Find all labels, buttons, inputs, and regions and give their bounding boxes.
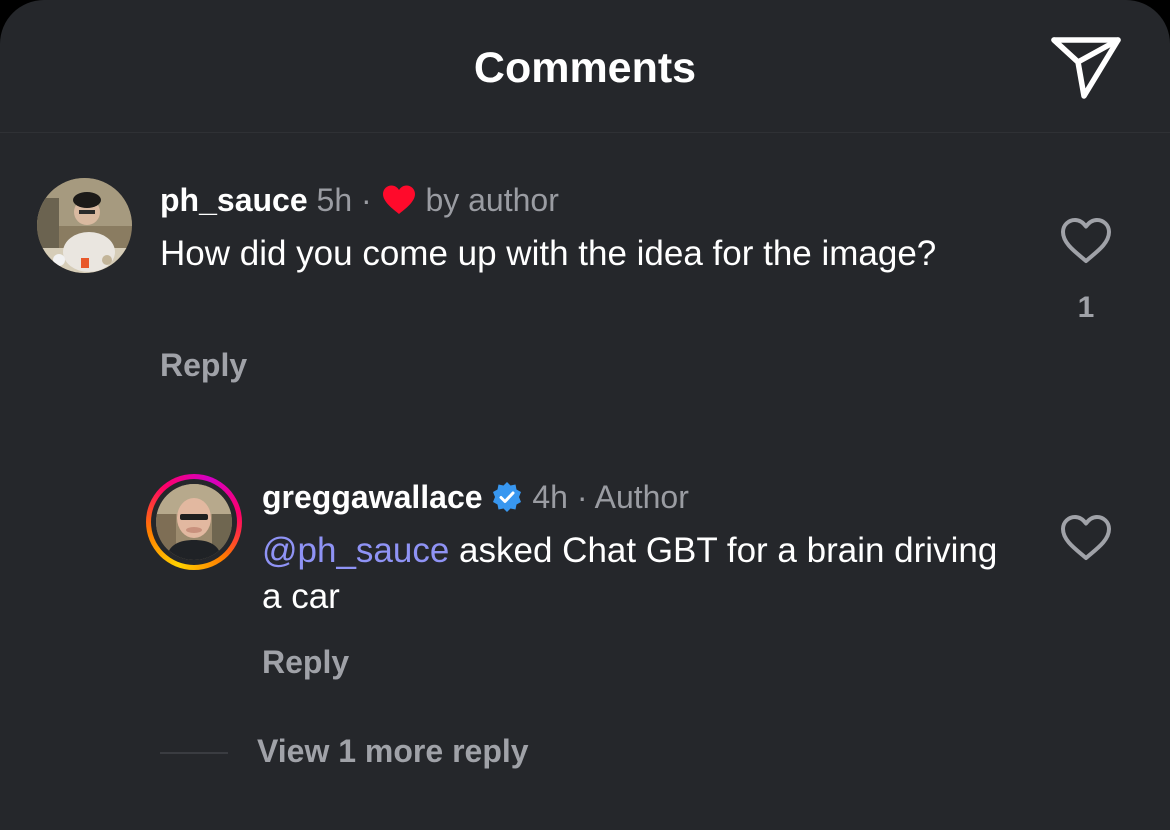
heart-outline-icon[interactable]	[1058, 216, 1114, 266]
reply-time: 4h	[532, 479, 568, 515]
reply-meta: greggawallace 4h · Author	[262, 477, 689, 522]
avatar-story-ring[interactable]	[146, 474, 242, 570]
divider-line	[160, 752, 228, 754]
reply-text: @ph_sauce asked Chat GBT for a brain dri…	[262, 528, 1022, 620]
avatar[interactable]	[37, 178, 132, 273]
reply-button[interactable]: Reply	[160, 345, 247, 385]
like-count: 1	[1077, 291, 1095, 324]
comment-time: 5h	[316, 182, 353, 218]
comment-meta: ph_sauce 5h · by author	[160, 180, 559, 225]
view-more-replies-button[interactable]: View 1 more reply	[257, 731, 529, 771]
heart-filled-icon	[381, 184, 417, 225]
meta-separator: ·	[576, 479, 588, 515]
liked-by-author-text: by author	[425, 182, 559, 218]
comments-sheet: Comments ph_sauce 5h · by author How did…	[0, 0, 1170, 830]
meta-separator: ·	[361, 182, 372, 218]
author-label: Author	[594, 479, 689, 515]
verified-badge-icon	[491, 481, 523, 522]
send-icon[interactable]	[1048, 32, 1124, 100]
comment-text: How did you come up with the idea for th…	[160, 234, 937, 273]
comment-username[interactable]: ph_sauce	[160, 182, 308, 218]
comments-header: Comments	[0, 0, 1170, 133]
avatar	[156, 484, 232, 560]
heart-outline-icon[interactable]	[1058, 513, 1114, 563]
reply-button[interactable]: Reply	[262, 642, 349, 682]
header-title: Comments	[473, 44, 697, 92]
mention-link[interactable]: @ph_sauce	[262, 531, 449, 570]
reply-username[interactable]: greggawallace	[262, 479, 483, 515]
